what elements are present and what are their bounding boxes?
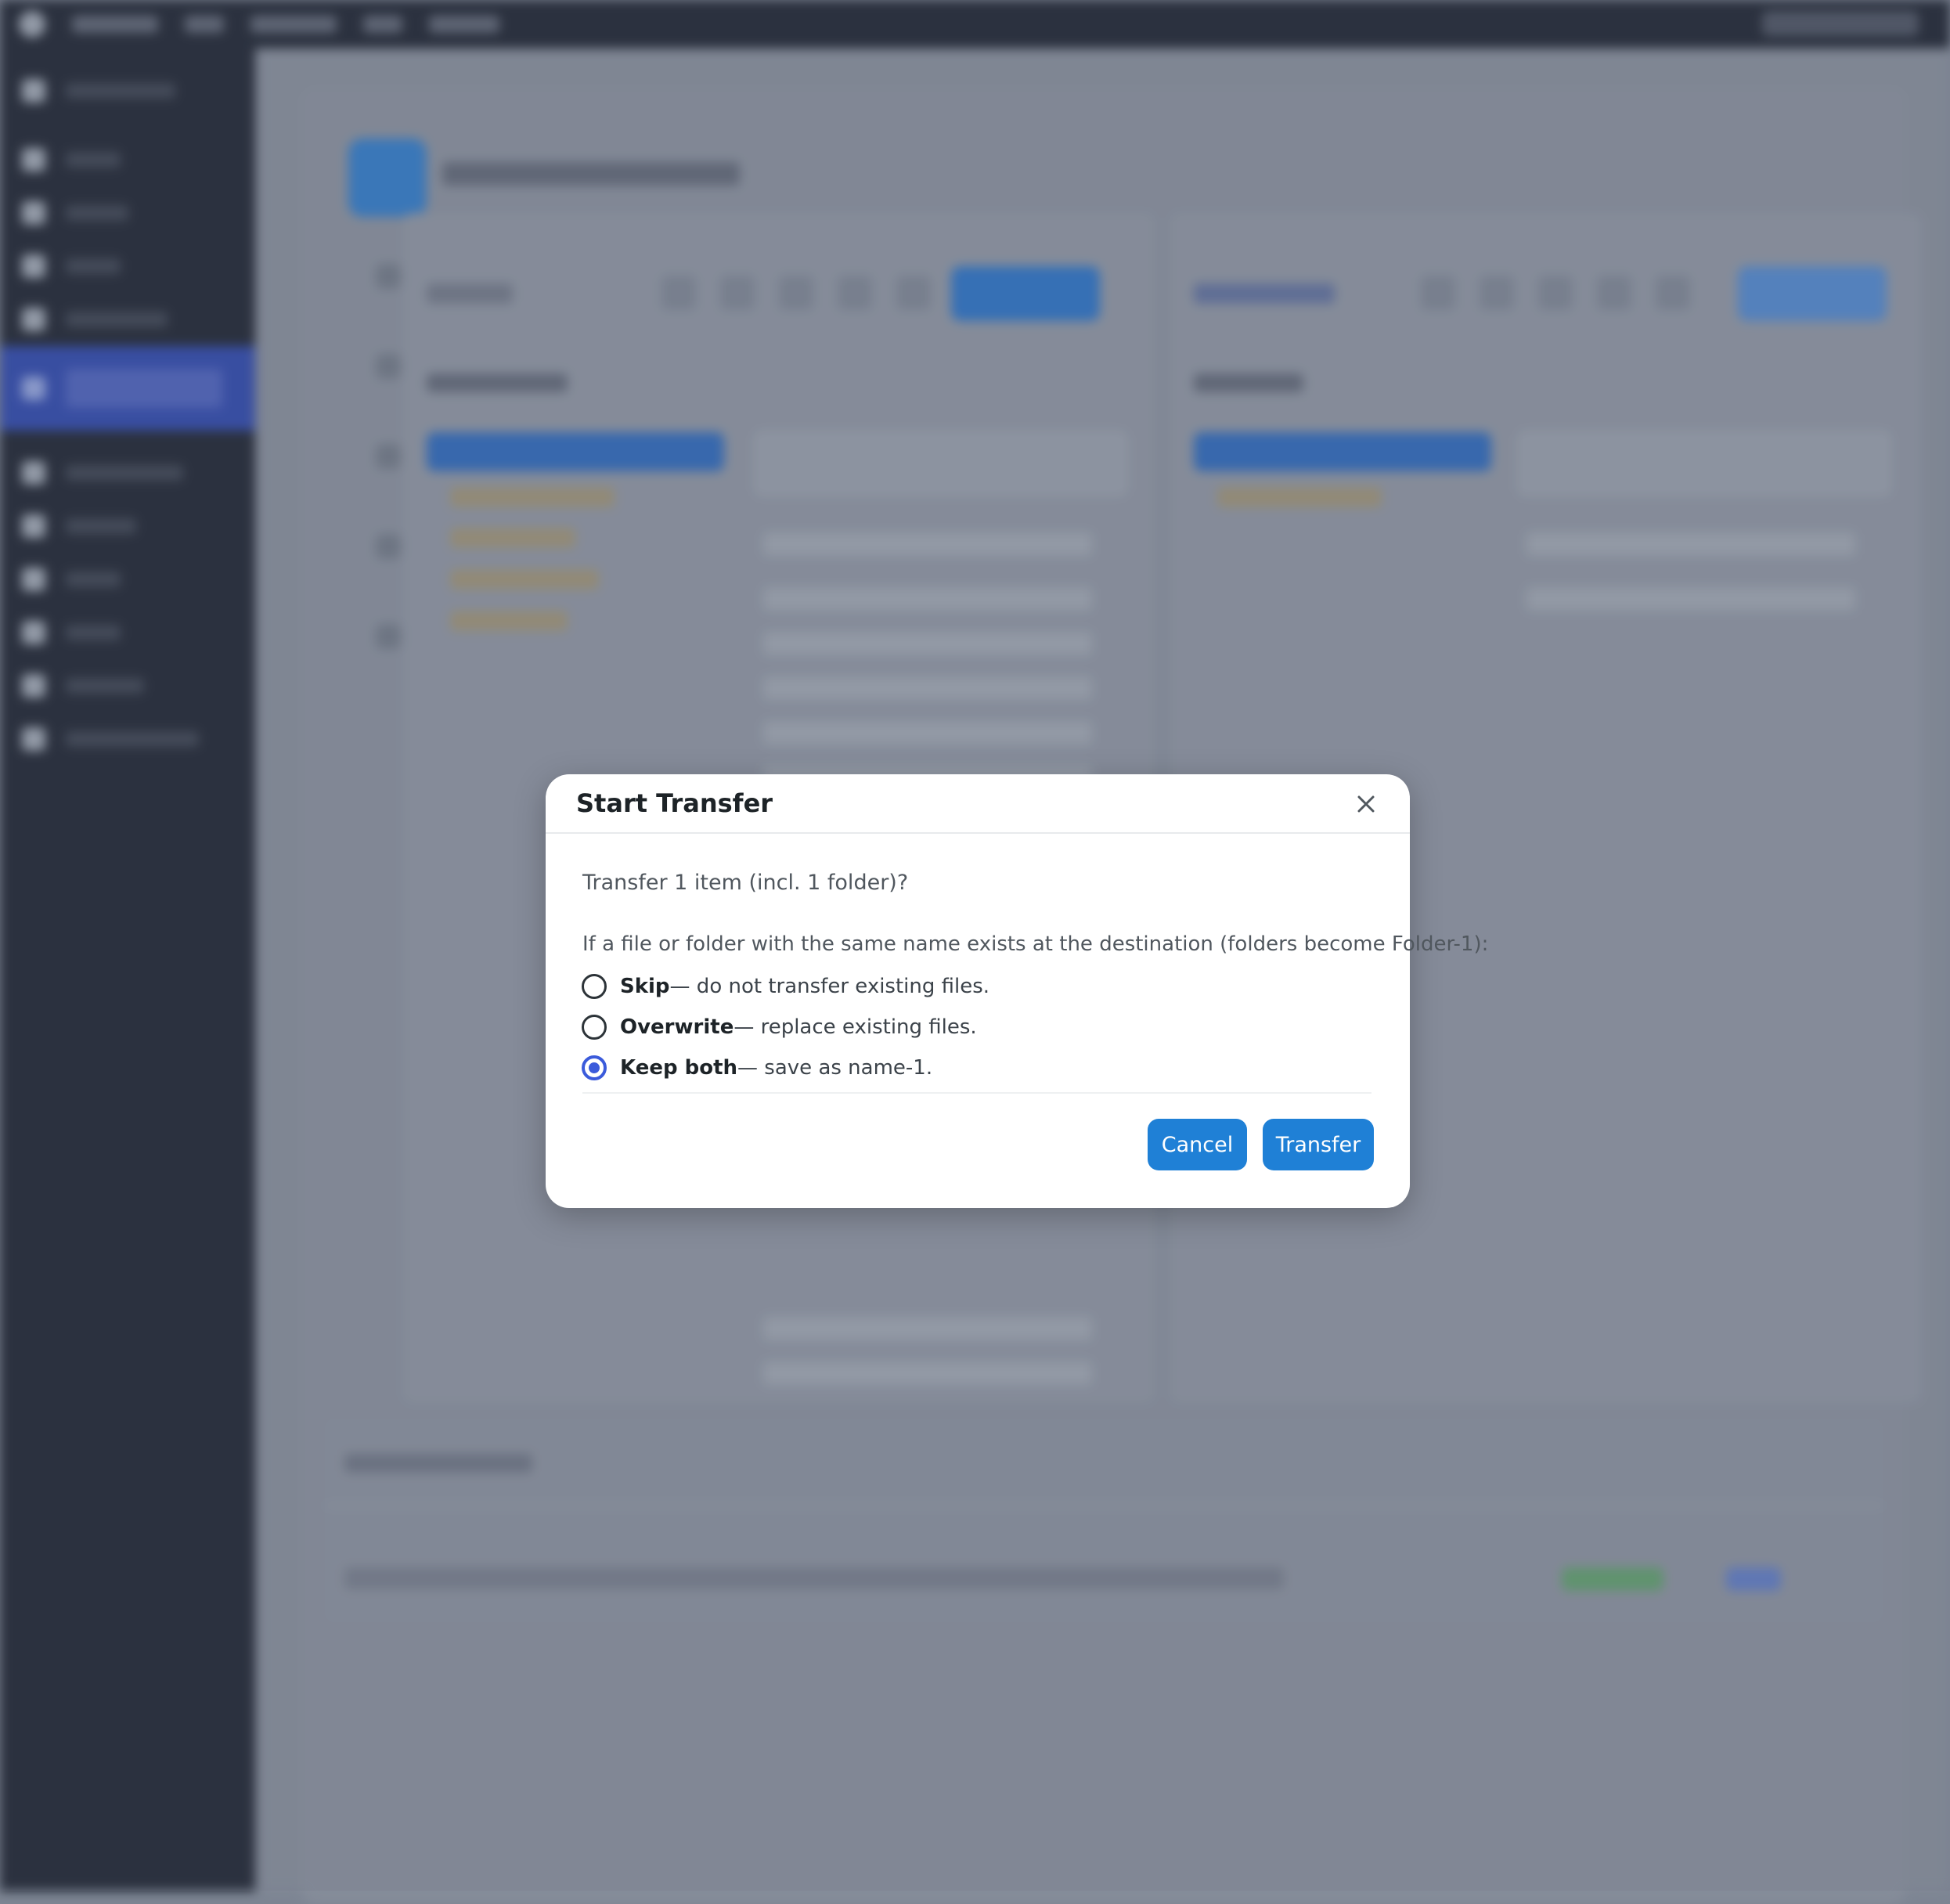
option-overwrite[interactable]: Overwrite — replace existing files. bbox=[582, 1015, 977, 1040]
skip-radio[interactable] bbox=[582, 974, 607, 999]
option-skip[interactable]: Skip — do not transfer existing files. bbox=[582, 974, 989, 999]
close-icon bbox=[1357, 795, 1375, 813]
dialog-header: Start Transfer bbox=[546, 774, 1410, 834]
option-keep-both[interactable]: Keep both — save as name-1. bbox=[582, 1055, 932, 1080]
start-transfer-dialog: Start Transfer Transfer 1 item (incl. 1 … bbox=[546, 774, 1488, 1208]
option-description: — do not transfer existing files. bbox=[669, 975, 990, 998]
transfer-question: Transfer 1 item (incl. 1 folder)? bbox=[582, 871, 909, 895]
close-button[interactable] bbox=[1349, 787, 1383, 821]
option-name: Overwrite bbox=[620, 1015, 734, 1039]
option-name: Skip bbox=[620, 975, 670, 998]
keep-both-radio[interactable] bbox=[582, 1055, 607, 1080]
option-name: Keep both bbox=[620, 1056, 738, 1080]
option-description: — save as name-1. bbox=[737, 1056, 933, 1080]
transfer-button[interactable]: Transfer bbox=[1263, 1119, 1374, 1170]
cancel-button[interactable]: Cancel bbox=[1148, 1119, 1247, 1170]
conflict-prompt: If a file or folder with the same name e… bbox=[582, 932, 1489, 956]
option-description: — replace existing files. bbox=[734, 1015, 977, 1039]
options-divider bbox=[582, 1092, 1371, 1094]
overwrite-radio[interactable] bbox=[582, 1015, 607, 1040]
dialog-title: Start Transfer bbox=[576, 788, 773, 818]
